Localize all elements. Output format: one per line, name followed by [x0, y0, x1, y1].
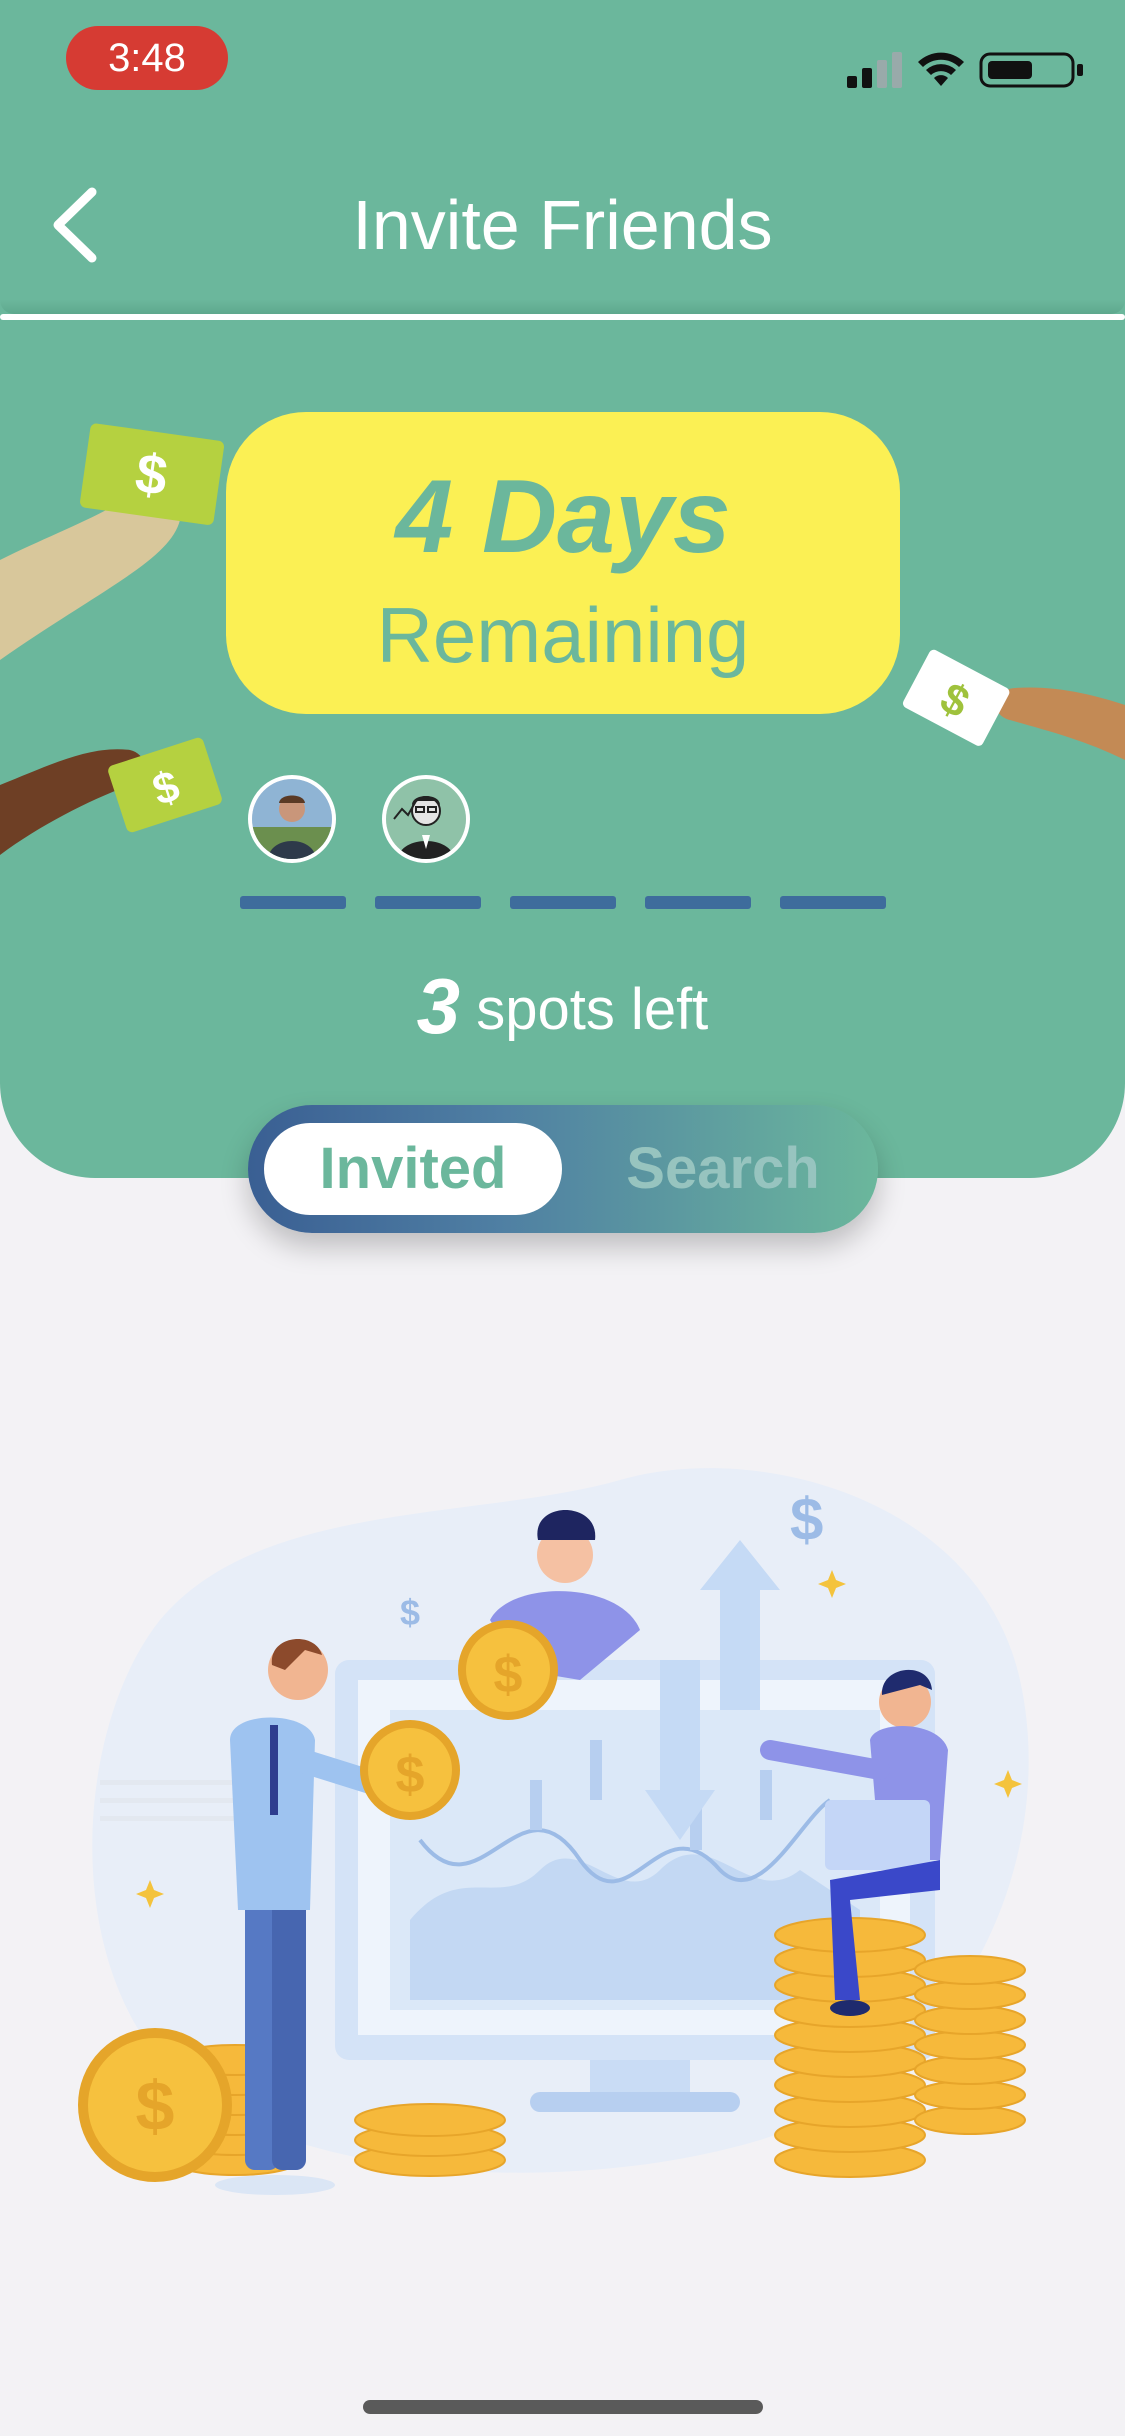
signal-icon — [847, 52, 902, 88]
svg-text:$: $ — [790, 1486, 823, 1553]
spots-left-text: 3 spots left — [0, 966, 1125, 1050]
tab-switcher: Invited Search — [248, 1105, 878, 1233]
home-indicator — [363, 2400, 763, 2414]
svg-text:$: $ — [136, 2067, 175, 2145]
nav-shadow — [0, 300, 1125, 314]
svg-text:$: $ — [400, 1592, 420, 1633]
status-time: 3:48 — [66, 26, 228, 90]
spots-left-label: spots left — [476, 977, 709, 1042]
hand-money-right-icon: $ — [902, 649, 1125, 760]
spots-left-number: 3 — [416, 962, 461, 1050]
slot-dash-4 — [645, 896, 751, 909]
wifi-icon — [918, 52, 964, 86]
investing-illustration: $ $ $ $ $ — [78, 1468, 1029, 2195]
hand-money-top-left-icon: $ — [0, 423, 225, 660]
countdown-days: 4 Days — [395, 459, 731, 575]
avatar-friend-2[interactable] — [382, 775, 470, 863]
svg-text:$: $ — [494, 1646, 523, 1704]
countdown-card: 4 Days Remaining — [226, 412, 900, 714]
countdown-label: Remaining — [376, 591, 750, 679]
person-photo-icon — [252, 779, 332, 859]
svg-text:$: $ — [396, 1746, 425, 1804]
businessman-avatar-icon — [386, 779, 466, 859]
slot-dash-3 — [510, 896, 616, 909]
slot-dash-1 — [240, 896, 346, 909]
slot-dash-5 — [780, 896, 886, 909]
nav-divider — [0, 314, 1125, 320]
hand-money-mid-left-icon: $ — [0, 737, 222, 855]
battery-icon — [979, 52, 1083, 88]
slot-dash-2 — [375, 896, 481, 909]
tab-search[interactable]: Search — [578, 1123, 868, 1215]
status-icons — [789, 48, 1089, 88]
page-title: Invite Friends — [352, 186, 773, 264]
avatar-friend-1[interactable] — [248, 775, 336, 863]
tab-invited[interactable]: Invited — [264, 1123, 562, 1215]
